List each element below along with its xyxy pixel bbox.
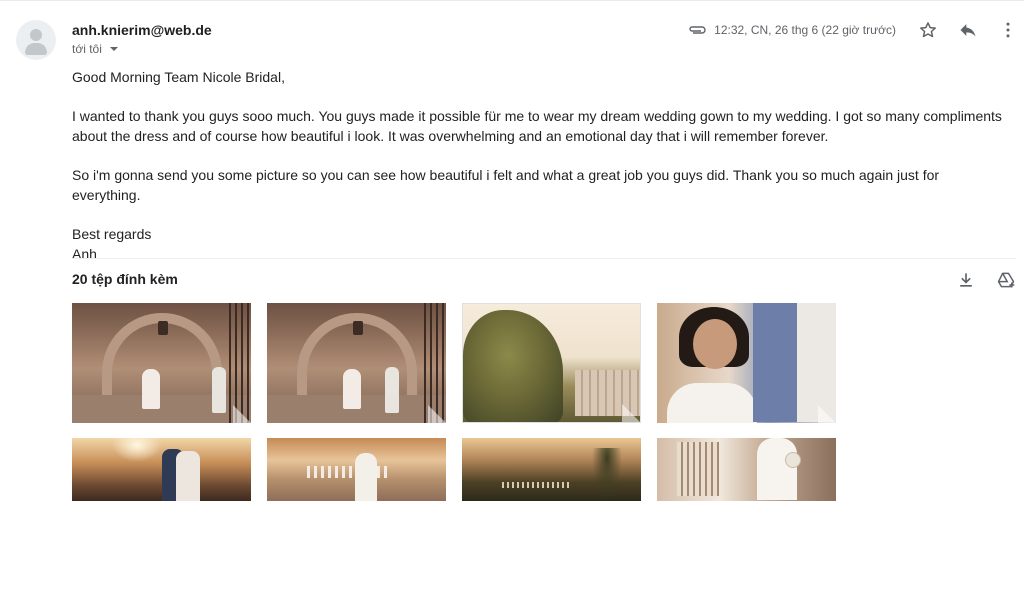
attachment-thumbnail[interactable] <box>72 438 251 501</box>
page-fold-icon <box>622 404 640 422</box>
star-button[interactable] <box>916 18 940 42</box>
attachment-thumbnail[interactable] <box>657 438 836 501</box>
signature-line: Anh <box>72 246 97 262</box>
groom-figure <box>212 367 226 413</box>
message-date: 12:32, CN, 26 thg 6 (22 giờ trước) <box>714 23 896 37</box>
more-vertical-icon <box>1006 22 1010 38</box>
window-shape <box>677 442 719 496</box>
attachments-actions <box>954 268 1018 292</box>
groom-figure <box>385 367 399 413</box>
attachment-thumbnail[interactable] <box>462 438 641 501</box>
bride-figure <box>343 369 361 409</box>
attachment-thumbnail[interactable] <box>462 303 641 423</box>
star-outline-icon <box>920 22 936 38</box>
chevron-down-icon <box>109 47 118 51</box>
attachment-thumbnail[interactable] <box>72 303 251 423</box>
message-body: Good Morning Team Nicole Bridal, I wante… <box>72 67 1008 264</box>
page-fold-icon <box>428 405 446 423</box>
bride-figure <box>176 451 200 501</box>
reply-arrow-icon <box>960 24 976 37</box>
balustrade-shape <box>502 482 572 488</box>
attachment-thumbnail[interactable] <box>267 438 446 501</box>
reply-button[interactable] <box>956 18 980 42</box>
sender-email[interactable]: anh.knierim@web.de <box>72 22 212 38</box>
bouquet-shape <box>785 452 801 468</box>
palm-tree-shape <box>592 448 622 500</box>
avatar-shoulders-shape <box>25 43 47 55</box>
more-options-button[interactable] <box>996 18 1020 42</box>
bride-figure <box>355 453 377 501</box>
dress-shape <box>667 383 757 423</box>
tree-shape <box>463 310 563 422</box>
attachments-count: 20 tệp đính kèm <box>72 271 178 287</box>
attachment-thumbnail[interactable] <box>657 303 836 423</box>
add-to-drive-icon <box>997 272 1015 288</box>
sun-glow-shape <box>112 438 162 462</box>
avatar-head-shape <box>30 29 42 41</box>
lantern-shape <box>353 321 363 335</box>
paperclip-icon <box>688 20 708 40</box>
attachment-thumbnail[interactable] <box>267 303 446 423</box>
add-to-drive-button[interactable] <box>994 268 1018 292</box>
recipient-label: tới tôi <box>72 42 102 56</box>
body-paragraph-2: So i'm gonna send you some picture so yo… <box>72 167 940 203</box>
body-paragraph-1: I wanted to thank you guys sooo much. Yo… <box>72 108 1002 144</box>
bride-figure <box>757 438 797 500</box>
recipient-dropdown[interactable]: tới tôi <box>72 42 118 56</box>
lantern-shape <box>158 321 168 335</box>
face-shape <box>693 319 737 369</box>
top-border <box>0 0 1024 1</box>
download-icon <box>960 273 972 287</box>
attachments-divider <box>72 258 1016 259</box>
download-all-button[interactable] <box>954 268 978 292</box>
page-fold-icon <box>818 405 836 423</box>
vest-shape <box>753 303 797 422</box>
sender-avatar[interactable] <box>16 20 56 60</box>
closing-line: Best regards <box>72 226 152 242</box>
page-fold-icon <box>233 405 251 423</box>
message-header-actions: 12:32, CN, 26 thg 6 (22 giờ trước) <box>688 18 1024 42</box>
greeting-line: Good Morning Team Nicole Bridal, <box>72 69 285 85</box>
bride-figure <box>142 369 160 409</box>
